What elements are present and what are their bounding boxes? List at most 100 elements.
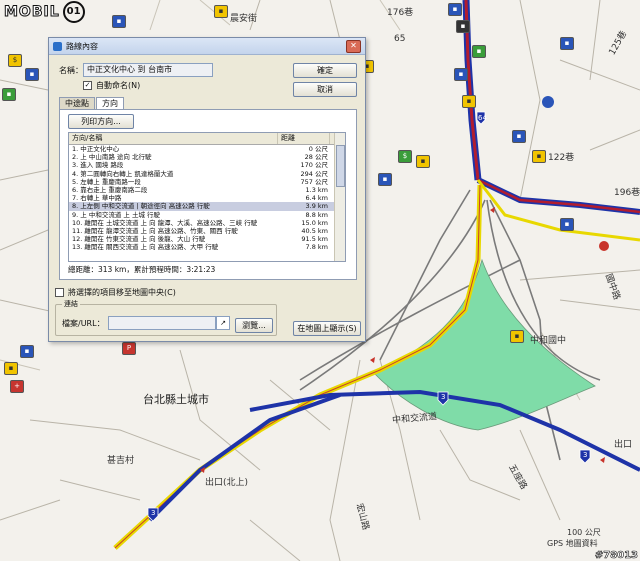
direction-text: 12. 離開在 竹東交流道 上 向 後龍、大山 行駛 xyxy=(72,235,206,244)
list-item[interactable]: 7. 右轉上 華中路 6.4 km xyxy=(69,194,345,202)
list-item[interactable]: 6. 靠右走上 重慶南路二段 1.3 km xyxy=(69,186,345,194)
bus-stop-icon[interactable]: ▪ xyxy=(560,218,574,231)
restaurant-icon[interactable]: ▪ xyxy=(532,150,546,163)
image-watermark: #78013 xyxy=(594,550,639,561)
logo-text: MOBIL xyxy=(4,4,60,21)
list-item[interactable]: 4. 第二圓轉向右轉上 凱達格蘭大道 294 公尺 xyxy=(69,170,345,178)
restaurant-icon[interactable]: ▪ xyxy=(4,362,18,375)
scale-label: 100 公尺 xyxy=(567,528,601,537)
bus-stop-icon[interactable]: ▪ xyxy=(454,68,468,81)
map-label-exit: 出口(北上) xyxy=(205,478,249,488)
direction-distance: 294 公尺 xyxy=(300,169,328,178)
list-item[interactable]: 1. 中正文化中心 0 公尺 xyxy=(69,145,345,153)
direction-text: 8. 上左側 中和交流道 | 朝途徑向 高速公路 行駛 xyxy=(72,202,210,211)
auto-name-checkbox[interactable]: ✓ xyxy=(83,81,92,90)
name-label: 名稱： xyxy=(59,65,83,75)
mobile01-logo: MOBIL 01 xyxy=(4,1,85,23)
bus-stop-icon[interactable]: ▪ xyxy=(456,20,470,33)
list-item[interactable]: 13. 離開在 關西交流道 上 向 高速公路、大甲 行駛 7.8 km xyxy=(69,243,345,251)
scrollbar-thumb[interactable] xyxy=(336,145,345,187)
list-scrollbar[interactable] xyxy=(334,133,345,261)
list-item[interactable]: 2. 上 中山南路 途向 北行駛 28 公尺 xyxy=(69,153,345,161)
cancel-button[interactable]: 取消 xyxy=(293,82,357,97)
route-icon xyxy=(53,41,62,51)
direction-distance: 40.5 km xyxy=(301,226,328,235)
list-rows: 1. 中正文化中心 0 公尺 2. 上 中山南路 途向 北行駛 28 公尺 3. 進入 … xyxy=(69,145,345,251)
map-copyright: GPS 地圖資料 xyxy=(547,539,598,548)
restaurant-icon[interactable]: ▪ xyxy=(462,95,476,108)
direction-distance: 757 公尺 xyxy=(300,177,328,186)
shop-icon[interactable]: ▪ xyxy=(472,45,486,58)
list-item[interactable]: 11. 離開在 龍潭交流道 上 向 高速公路、竹東、關西 行駛 40.5 km xyxy=(69,227,345,235)
dialog-title: 路線內容 xyxy=(66,41,98,51)
direction-text: 2. 上 中山南路 途向 北行駛 xyxy=(72,153,152,162)
highway-shield: 64 xyxy=(478,114,487,122)
direction-distance: 0 公尺 xyxy=(308,145,328,153)
shop-icon[interactable]: ▪ xyxy=(2,88,16,101)
dialog-titlebar[interactable]: 路線內容 ✕ xyxy=(49,38,365,55)
restaurant-icon[interactable]: ▪ xyxy=(214,5,228,18)
auto-name-label: 自動命名(N) xyxy=(96,81,141,90)
route-name-field[interactable]: 中正文化中心 到 台南市 xyxy=(83,63,213,77)
restaurant-icon[interactable]: ▪ xyxy=(510,330,524,343)
print-directions-button[interactable]: 列印方向... xyxy=(68,114,134,129)
list-item[interactable]: 8. 上左側 中和交流道 | 朝途徑向 高速公路 行駛 3.9 km xyxy=(69,202,345,211)
map-label-lane: 122巷 xyxy=(548,153,575,163)
parking-icon[interactable]: P xyxy=(122,342,136,355)
direction-text: 7. 右轉上 華中路 xyxy=(72,194,122,203)
file-url-label: 檔案/URL： xyxy=(62,319,105,328)
map-label-lane: 196巷 xyxy=(614,188,640,198)
bus-stop-icon[interactable]: ▪ xyxy=(25,68,39,81)
browse-button[interactable]: 瀏覽... xyxy=(235,318,273,333)
directions-panel: 列印方向... 方向/名稱 距離 1. 中正文化中心 0 公尺 2. 上 中山南路 … xyxy=(59,109,357,280)
link-group-label: 連結 xyxy=(62,299,80,309)
highway-shield: 3 xyxy=(151,509,156,517)
column-header-distance[interactable]: 距離 xyxy=(278,133,330,144)
direction-text: 3. 進入 國境 路段 xyxy=(72,161,124,170)
list-item[interactable]: 9. 上 中和交流道 上 土城 行駛 8.8 km xyxy=(69,211,345,219)
tab-waypoints[interactable]: 中途點 xyxy=(59,97,95,109)
hospital-icon[interactable]: + xyxy=(10,380,24,393)
open-link-icon[interactable]: ↗ xyxy=(216,316,230,330)
close-icon[interactable]: ✕ xyxy=(346,39,361,53)
direction-text: 11. 離開在 龍潭交流道 上 向 高速公路、竹東、關西 行駛 xyxy=(72,226,238,235)
direction-text: 1. 中正文化中心 xyxy=(72,145,120,153)
direction-distance: 170 公尺 xyxy=(300,161,328,170)
direction-text: 6. 靠右走上 重慶南路二段 xyxy=(72,185,148,194)
direction-distance: 7.8 km xyxy=(305,243,329,252)
map-label-poi: 中和國中 xyxy=(530,336,567,346)
list-item[interactable]: 12. 離開在 竹東交流道 上 向 後龍、大山 行駛 91.5 km xyxy=(69,235,345,243)
list-item[interactable]: 10. 離開在 土城交流道 上 向 龍潭、大溪、高速公路、三峽 行駛 15.0 k… xyxy=(69,219,345,227)
column-header-direction[interactable]: 方向/名稱 xyxy=(69,133,278,144)
bank-icon[interactable]: $ xyxy=(8,54,22,67)
direction-text: 5. 左轉上 重慶南路一段 xyxy=(72,177,141,186)
bus-stop-icon[interactable]: ▪ xyxy=(560,37,574,50)
list-header: 方向/名稱 距離 xyxy=(69,133,345,145)
bus-stop-icon[interactable]: ▪ xyxy=(112,15,126,28)
list-item[interactable]: 5. 左轉上 重慶南路一段 757 公尺 xyxy=(69,178,345,186)
direction-text: 4. 第二圓轉向右轉上 凱達格蘭大道 xyxy=(72,169,174,178)
direction-distance: 15.0 km xyxy=(301,218,328,227)
bus-stop-icon[interactable]: ▪ xyxy=(378,173,392,186)
bus-stop-icon[interactable]: ▪ xyxy=(448,3,462,16)
direction-distance: 6.4 km xyxy=(305,194,329,203)
highway-shield: 3 xyxy=(583,451,588,459)
bus-stop-icon[interactable]: ▪ xyxy=(20,345,34,358)
file-url-field[interactable] xyxy=(108,316,216,330)
center-map-checkbox[interactable] xyxy=(55,288,64,297)
route-properties-dialog: 路線內容 ✕ 名稱： 中正文化中心 到 台南市 ✓ 自動命名(N) 確定 取消 … xyxy=(48,37,366,342)
direction-distance: 3.9 km xyxy=(305,202,329,211)
direction-text: 9. 上 中和交流道 上 土城 行駛 xyxy=(72,210,161,219)
bus-stop-icon[interactable]: ▪ xyxy=(512,130,526,143)
direction-distance: 28 公尺 xyxy=(304,153,328,162)
map-label-lane: 65 xyxy=(394,34,406,44)
map-label-street: 晨安街 xyxy=(230,14,258,24)
directions-list[interactable]: 方向/名稱 距離 1. 中正文化中心 0 公尺 2. 上 中山南路 途向 北行駛 28… xyxy=(68,132,346,262)
restaurant-icon[interactable]: ▪ xyxy=(416,155,430,168)
list-item[interactable]: 3. 進入 國境 路段 170 公尺 xyxy=(69,161,345,169)
direction-text: 13. 離開在 關西交流道 上 向 高速公路、大甲 行駛 xyxy=(72,243,219,252)
shop-icon[interactable]: $ xyxy=(398,150,412,163)
highway-shield: 3 xyxy=(441,393,446,401)
show-on-map-button[interactable]: 在地圖上顯示(S) xyxy=(293,321,361,336)
ok-button[interactable]: 確定 xyxy=(293,63,357,78)
